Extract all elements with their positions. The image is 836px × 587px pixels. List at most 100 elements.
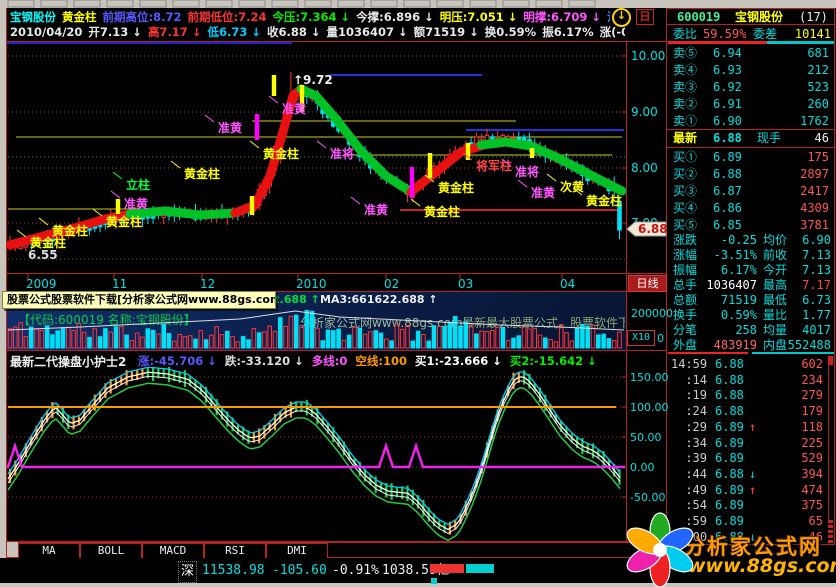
stat-value-1: 6.17%: [699, 263, 757, 278]
latest-label: 最新: [673, 130, 705, 147]
ask-row-3: 卖③6.92523: [669, 79, 834, 96]
stat-row: 总额71519最低6.73: [669, 293, 834, 308]
tick-time: :34: [671, 435, 707, 451]
tab-boll[interactable]: BOLL: [80, 543, 142, 559]
tick-price: 6.89: [715, 513, 751, 529]
bid-row-2: 买②6.882897: [669, 166, 834, 183]
download-tooltip-banner[interactable]: 股票公式股票软件下载[分析家公式网www.88gs.com]: [2, 291, 276, 309]
tick-row: 14:596.88602: [669, 356, 834, 372]
stat-label-1: 振幅: [673, 263, 701, 278]
tick-volume: 474: [765, 482, 823, 498]
info-field-1: 黄金柱: [62, 10, 97, 24]
tab-macd[interactable]: MACD: [142, 543, 204, 559]
tick-time: :19: [671, 387, 707, 403]
tab-dmi[interactable]: DMI: [266, 543, 328, 559]
tick-volume: 394: [765, 466, 823, 482]
info-field-3: 前期低位:7.24: [187, 10, 266, 24]
stat-value-2: 7.17: [773, 278, 831, 293]
info-field-4: 今压:7.364 ↓: [272, 10, 350, 24]
bid-row-1: 买①6.89175: [669, 149, 834, 166]
scrollbar-down-marks[interactable]: [828, 520, 833, 544]
indicator-header-values: 涨:-45.706 ↓跌:-33.120 ↓多线:0空线:100买1:-23.6…: [138, 354, 623, 368]
tick-price: 6.89: [715, 497, 751, 513]
daily-field-2: 高7.17 ↓: [148, 25, 202, 39]
bid-volume: 2417: [769, 183, 829, 200]
bid-row-5: 买⑤ 6.85 3781: [669, 217, 834, 234]
tick-row: :446.88↓394: [669, 466, 834, 482]
stat-label-1: 涨跌: [673, 233, 701, 248]
ratio-red-part: [668, 41, 767, 44]
title-underline: [667, 24, 835, 25]
stat-row: 总手1036407最高7.17: [669, 278, 834, 293]
ask-label: 卖④: [673, 62, 705, 79]
tick-volume: 118: [765, 419, 823, 435]
volume-watermark-tail: 最新最大股票公式，股票软件下载网站: [462, 314, 625, 331]
anchor-down-icon[interactable]: ↓: [612, 8, 631, 27]
bid-price: 6.87: [713, 183, 753, 200]
bid-price: 6.85: [713, 217, 753, 234]
stat-value-1: -3.51%: [699, 248, 757, 263]
tick-time: :14: [671, 372, 707, 388]
indicator-field-1: 跌:-33.120 ↓: [225, 354, 304, 368]
period-day-button[interactable]: 日: [636, 9, 654, 25]
daily-field-7: 换0.59%: [485, 25, 536, 39]
daily-field-6: 额71519 ↓: [414, 25, 479, 39]
stat-row: 涨跌-0.25均价6.90: [669, 233, 834, 248]
ask-row-5: 卖⑤6.94681: [669, 45, 834, 62]
daily-field-9: 涨(-0.25)-3.51%: [600, 25, 625, 39]
bid-row-4: 买④6.864309: [669, 200, 834, 217]
ask-volume: 260: [769, 96, 829, 113]
bid-label: 买⑤: [673, 217, 705, 234]
stat-value-2: 4017: [773, 323, 831, 338]
indicator-title: 最新二代操盘小护士2: [10, 353, 126, 370]
bid-label: 买②: [673, 166, 705, 183]
stat-value-2: 7.13: [773, 263, 831, 278]
stat-label-1: 总手: [673, 278, 701, 293]
stat-value-2: 1.77: [773, 308, 831, 323]
tick-scrollbar[interactable]: [828, 356, 834, 544]
ask-price: 6.93: [713, 62, 753, 79]
index-change: -105.60: [272, 561, 327, 581]
toolbar-strip: [0, 0, 836, 8]
ask-price: 6.91: [713, 96, 753, 113]
stat-row: 外盘483919内盘552488: [669, 338, 834, 353]
tab-ma[interactable]: MA: [18, 543, 80, 559]
ask-price: 6.94: [713, 45, 753, 62]
bid-label: 买④: [673, 200, 705, 217]
scrollbar-up-arrow[interactable]: [828, 356, 833, 365]
tick-row: :396.89529: [669, 450, 834, 466]
bid-volume: 3781: [769, 217, 829, 234]
index-value: 11538.98: [202, 561, 265, 581]
tick-time: 14:59: [671, 356, 707, 372]
tick-row: :196.88279: [669, 387, 834, 403]
ask-row-4: 卖④ 6.93 212: [669, 62, 834, 79]
tab-rsi[interactable]: RSI: [204, 543, 266, 559]
latest-top-line: [667, 129, 835, 130]
tick-time: :44: [671, 466, 707, 482]
daily-field-4: 收6.88 ↓: [267, 25, 321, 39]
indicator-field-3: 空线:100: [355, 354, 407, 368]
tick-row: :496.89↑474: [669, 482, 834, 498]
daily-field-3: 低6.73 ↓: [207, 25, 261, 39]
tick-volume: 529: [765, 450, 823, 466]
tick-price: 6.89: [715, 435, 751, 451]
ask-price: 6.92: [713, 79, 753, 96]
tick-price: 6.88: [715, 466, 751, 482]
advance-bar: [430, 564, 464, 573]
ask-label: 卖①: [673, 113, 705, 130]
bid-label: 买③: [673, 183, 705, 200]
ask-volume: 212: [769, 62, 829, 79]
stat-value-1: 258: [699, 323, 757, 338]
tick-price: 6.89: [715, 419, 751, 435]
stat-label-1: 外盘: [673, 338, 701, 353]
tick-price: 6.89: [715, 450, 751, 466]
info-field-2: 前期高位:8.72: [103, 10, 182, 24]
tick-time: :29: [671, 419, 707, 435]
chart-column: [6, 8, 666, 542]
period-label[interactable]: 日线: [628, 275, 667, 292]
bid-volume: 2897: [769, 166, 829, 183]
bid-price: 6.86: [713, 200, 753, 217]
info-field-0: 宝钢股份: [10, 10, 56, 24]
stat-value-1: 0.59%: [699, 308, 757, 323]
tick-row: :296.89↑118: [669, 419, 834, 435]
